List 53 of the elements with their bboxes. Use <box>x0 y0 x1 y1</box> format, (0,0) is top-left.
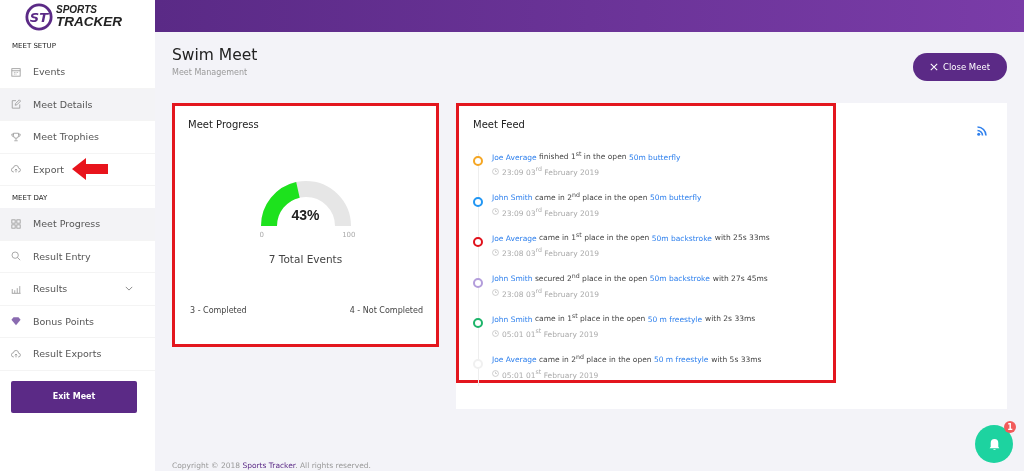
close-meet-button[interactable]: Close Meet <box>913 53 1007 81</box>
bell-icon <box>987 437 1001 451</box>
rss-icon[interactable] <box>977 126 987 136</box>
nav-label: Meet Details <box>33 98 93 110</box>
pointer-arrow-icon <box>72 158 109 181</box>
nav-item[interactable]: Result Entry <box>0 240 155 273</box>
nav-label: Result Exports <box>33 348 102 360</box>
nav-item[interactable]: Result Exports <box>0 338 155 371</box>
nav-label: Meet Trophies <box>33 131 100 143</box>
clock-icon <box>492 248 499 256</box>
nav-item[interactable]: Export <box>0 153 155 186</box>
search-icon <box>11 251 21 262</box>
notification-badge: 1 <box>1004 421 1016 433</box>
calendar-icon <box>11 66 21 77</box>
nav-item[interactable]: Meet Details <box>0 88 155 121</box>
page-subtitle: Meet Management <box>172 68 249 77</box>
nav-item[interactable]: Meet Progress <box>0 208 155 241</box>
logo-text: TRACKER <box>56 15 122 29</box>
clock-icon <box>492 329 499 337</box>
nav-label: Export <box>33 163 65 175</box>
cloud-upload-icon <box>11 348 21 359</box>
chevron-down-icon <box>125 286 133 292</box>
clock-icon <box>492 289 499 296</box>
card-title: Meet Feed <box>473 119 526 130</box>
logo-text: SPORTS <box>56 5 98 16</box>
nav-item[interactable]: Meet Trophies <box>0 121 155 154</box>
cloud-upload-icon <box>11 164 21 175</box>
card-title: Meet Progress <box>188 119 260 130</box>
bar-chart-icon <box>11 283 21 294</box>
nav-label: Events <box>33 66 66 78</box>
nav-label: Result Entry <box>33 250 91 262</box>
page-title: Swim Meet <box>172 46 258 64</box>
close-icon <box>930 63 938 71</box>
clock-icon <box>492 208 499 215</box>
nav-label: Bonus Points <box>33 315 94 327</box>
diamond-icon <box>11 316 21 327</box>
trophy-icon <box>11 131 21 142</box>
logo-icon: ST <box>25 3 53 31</box>
clock-icon <box>492 370 499 377</box>
not-completed-count: 4 - Not Completed <box>349 306 423 315</box>
nav-label: Meet Progress <box>33 218 101 230</box>
exit-meet-button[interactable]: Exit Meet <box>11 380 137 413</box>
grid-icon <box>11 218 21 229</box>
completed-count: 3 - Completed <box>190 306 247 315</box>
nav-item[interactable]: Bonus Points <box>0 305 155 338</box>
nav-label: Results <box>33 283 68 295</box>
clock-icon <box>492 167 499 175</box>
nav-item[interactable]: Events <box>0 56 155 89</box>
total-events: 7 Total Events <box>267 253 344 265</box>
gauge-reading: 43% <box>290 207 321 223</box>
edit-icon <box>11 99 21 110</box>
nav-item[interactable]: Results <box>0 273 155 306</box>
notification-button[interactable] <box>975 425 1013 463</box>
